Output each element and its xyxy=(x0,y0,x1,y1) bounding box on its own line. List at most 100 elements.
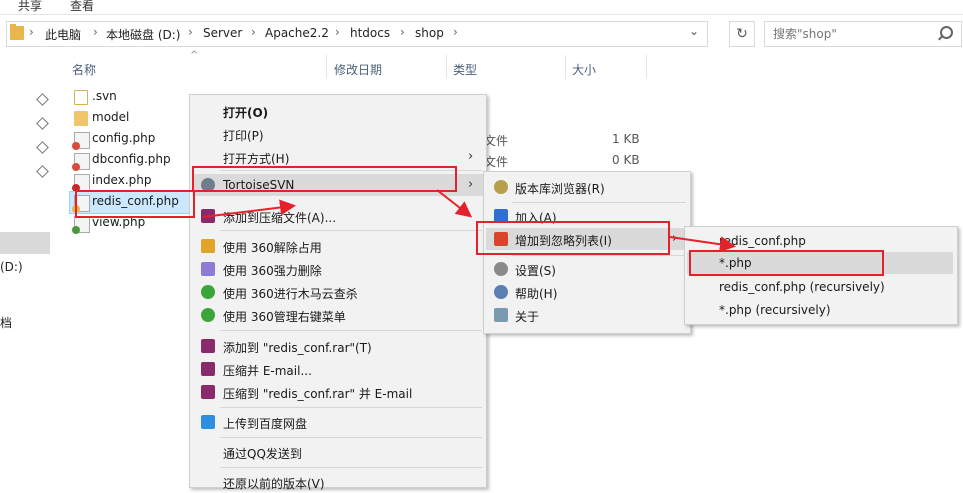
menu-item-help[interactable]: 帮助(H) xyxy=(484,281,690,303)
breadcrumb-shop[interactable]: shop xyxy=(415,26,444,40)
column-divider[interactable] xyxy=(565,55,566,79)
annotation-box-file xyxy=(75,190,195,218)
menu-item-settings[interactable]: 设置(S) xyxy=(484,258,690,280)
list-item[interactable]: config.php xyxy=(70,129,192,150)
file-name: model xyxy=(92,110,130,124)
menu-separator xyxy=(220,407,482,408)
breadcrumb-drive-d[interactable]: 本地磁盘 (D:) xyxy=(106,26,180,43)
repo-browser-icon xyxy=(494,180,508,194)
column-type[interactable]: 类型 xyxy=(453,61,477,78)
file-size: 1 KB xyxy=(612,132,640,146)
breadcrumb-apache[interactable]: Apache2.2 xyxy=(265,26,329,40)
menu-item-compress-rar-email[interactable]: 压缩到 "redis_conf.rar" 并 E-mail xyxy=(190,381,486,403)
file-name: .svn xyxy=(92,89,117,103)
chevron-right-icon[interactable]: › xyxy=(93,25,98,39)
nav-item-drive[interactable]: (D:) xyxy=(0,260,23,274)
menu-item-qq-send[interactable]: 通过QQ发送到 xyxy=(190,441,486,463)
file-name: dbconfig.php xyxy=(92,152,171,166)
menu-item-360-unlock[interactable]: 使用 360解除占用 xyxy=(190,235,486,257)
annotation-box-tortoise xyxy=(192,166,457,192)
chevron-right-icon[interactable]: › xyxy=(335,25,340,39)
php-file-icon xyxy=(72,132,90,150)
chevron-down-icon[interactable]: ⌄ xyxy=(689,24,699,38)
shield-360-icon xyxy=(201,285,215,299)
search-box[interactable] xyxy=(764,21,962,47)
column-divider[interactable] xyxy=(446,55,447,79)
sort-up-icon: ^ xyxy=(190,50,199,61)
shredder-360-icon xyxy=(201,262,215,276)
chevron-right-icon[interactable]: › xyxy=(453,25,458,39)
menu-item-ignore-php-recursive[interactable]: *.php (recursively) xyxy=(685,299,957,321)
menu-item-ignore-file-recursive[interactable]: redis_conf.php (recursively) xyxy=(685,276,957,298)
help-icon xyxy=(494,285,508,299)
menu-item-print[interactable]: 打印(P) xyxy=(190,123,486,145)
menu-separator xyxy=(220,437,482,438)
unlock-360-icon xyxy=(201,239,215,253)
pin-icon[interactable] xyxy=(36,93,49,106)
winrar-icon xyxy=(201,385,215,399)
search-icon[interactable] xyxy=(940,26,953,39)
breadcrumb-this-pc[interactable]: 此电脑 xyxy=(45,26,81,43)
ribbon-tab-share[interactable]: 共享 xyxy=(18,0,42,14)
chevron-right-icon[interactable]: › xyxy=(29,25,34,39)
menu-item-restore[interactable]: 还原以前的版本(V) xyxy=(190,471,486,493)
list-item[interactable]: .svn xyxy=(70,87,192,108)
column-divider[interactable] xyxy=(646,55,647,79)
menu-separator xyxy=(220,230,482,231)
menu-separator xyxy=(220,330,482,331)
refresh-button[interactable]: ↻ xyxy=(729,21,755,47)
column-modified[interactable]: 修改日期 xyxy=(334,61,382,78)
menu-item-about[interactable]: 关于 xyxy=(484,304,690,326)
cloud-icon xyxy=(201,415,215,429)
pin-icon[interactable] xyxy=(36,117,49,130)
nav-item-selected[interactable] xyxy=(0,232,50,254)
about-icon xyxy=(494,308,508,322)
winrar-icon xyxy=(201,209,215,223)
menu-item-ignore-file[interactable]: redis_conf.php xyxy=(685,230,957,252)
menu-item-repo-browser[interactable]: 版本库浏览器(R) xyxy=(484,176,690,198)
breadcrumb-htdocs[interactable]: htdocs xyxy=(350,26,390,40)
menu-item-compress-email[interactable]: 压缩并 E-mail... xyxy=(190,358,486,380)
chevron-right-icon[interactable]: › xyxy=(251,25,256,39)
pin-icon[interactable] xyxy=(36,165,49,178)
chevron-right-icon: › xyxy=(468,149,474,164)
annotation-box-ignore xyxy=(476,221,670,255)
menu-item-open-with[interactable]: 打开方式(H) › xyxy=(190,146,486,168)
menu-item-add-rar[interactable]: 添加到 "redis_conf.rar"(T) xyxy=(190,335,486,357)
context-menu: 打开(O) 打印(P) 打开方式(H) › TortoiseSVN › 添加到压… xyxy=(189,94,487,491)
search-input[interactable] xyxy=(771,25,935,43)
winrar-icon xyxy=(201,339,215,353)
menu-item-add-archive[interactable]: 添加到压缩文件(A)... xyxy=(190,205,486,227)
nav-item-docs[interactable]: 档 xyxy=(0,314,12,331)
breadcrumb-server[interactable]: Server xyxy=(203,26,242,40)
file-type: 文件 xyxy=(484,134,509,148)
chevron-right-icon[interactable]: › xyxy=(400,25,405,39)
menu-item-360-delete[interactable]: 使用 360强力删除 xyxy=(190,258,486,280)
address-bar[interactable]: › 此电脑 › 本地磁盘 (D:) › Server › Apache2.2 ›… xyxy=(6,21,708,47)
ribbon-tab-view[interactable]: 查看 xyxy=(70,0,94,14)
shield-360-icon xyxy=(201,308,215,322)
list-item[interactable]: model xyxy=(70,108,192,129)
folder-icon xyxy=(74,111,88,126)
php-file-icon xyxy=(72,216,90,234)
gear-icon xyxy=(494,262,508,276)
menu-item-360-manage[interactable]: 使用 360管理右键菜单 xyxy=(190,304,486,326)
annotation-box-php xyxy=(689,250,884,276)
list-item[interactable]: dbconfig.php xyxy=(70,150,192,171)
php-file-icon xyxy=(72,174,90,192)
file-name: config.php xyxy=(92,131,156,145)
file-type: 文件 xyxy=(484,155,509,169)
column-name[interactable]: 名称 xyxy=(72,61,96,78)
pin-icon[interactable] xyxy=(36,141,49,154)
list-item[interactable]: index.php xyxy=(70,171,192,192)
chevron-right-icon[interactable]: › xyxy=(188,25,193,39)
winrar-icon xyxy=(201,362,215,376)
column-size[interactable]: 大小 xyxy=(572,61,596,78)
menu-item-baidu-upload[interactable]: 上传到百度网盘 xyxy=(190,411,486,433)
menu-item-open[interactable]: 打开(O) xyxy=(190,100,486,122)
column-divider[interactable] xyxy=(326,55,327,79)
ribbon: 共享 查看 xyxy=(0,0,963,15)
folder-icon xyxy=(10,24,24,40)
php-file-icon xyxy=(72,153,90,171)
menu-item-360-scan[interactable]: 使用 360进行木马云查杀 xyxy=(190,281,486,303)
